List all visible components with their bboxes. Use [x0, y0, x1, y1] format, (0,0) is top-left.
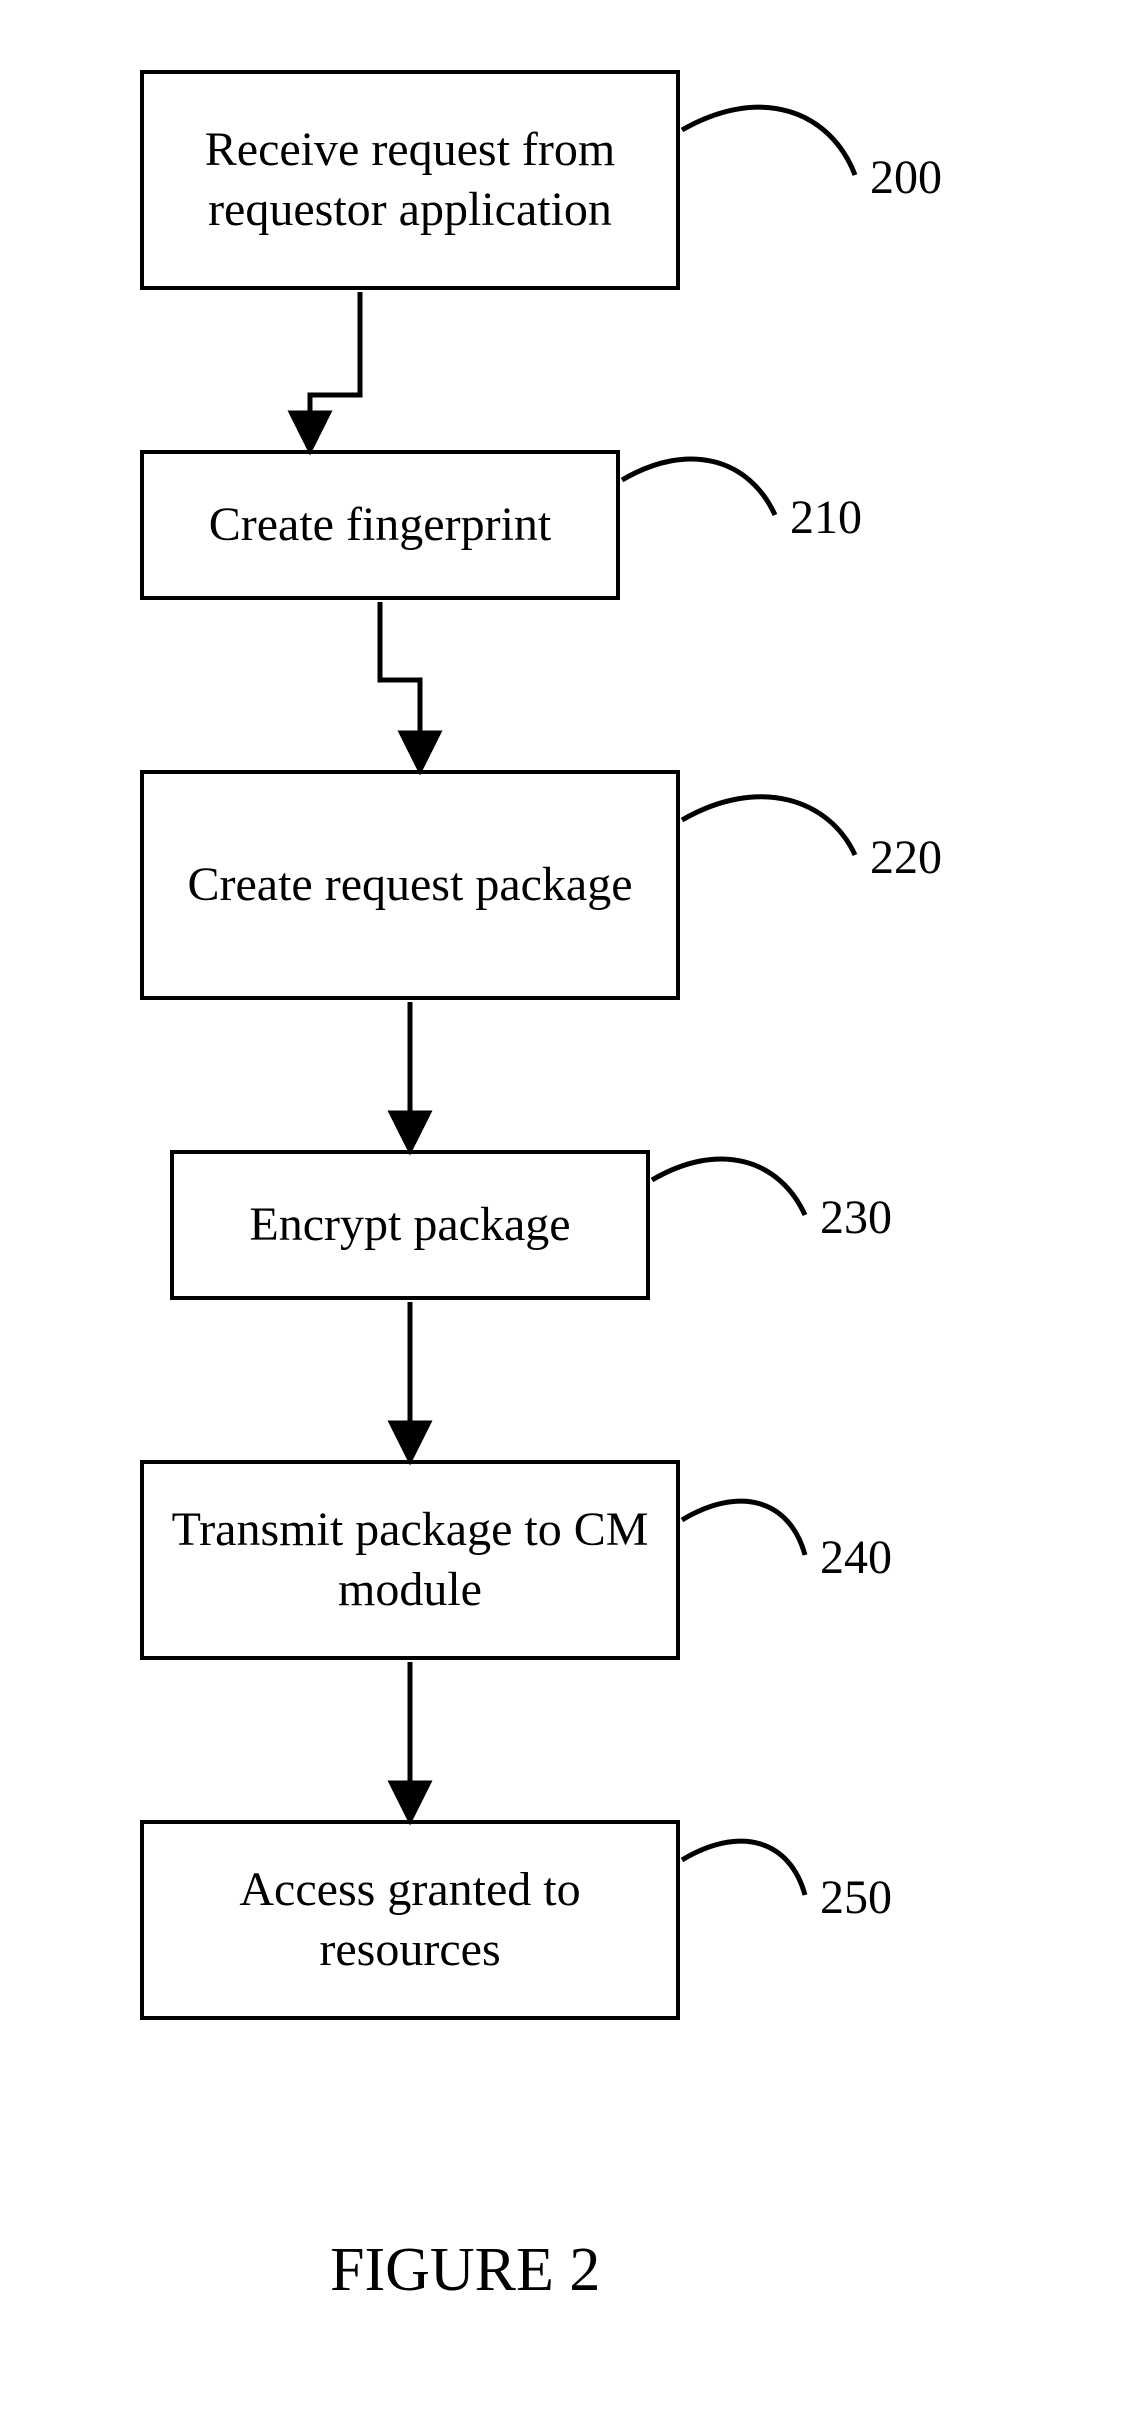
callout-arc-220	[682, 797, 855, 855]
step-ref-250: 250	[820, 1870, 892, 1925]
callout-arc-240	[682, 1501, 805, 1555]
callout-arc-250	[682, 1841, 805, 1895]
callout-arc-200	[682, 107, 855, 175]
step-text: Transmit package to CM module	[164, 1500, 656, 1620]
step-ref-210: 210	[790, 490, 862, 545]
arrow-210-to-220	[380, 602, 420, 768]
step-ref-220: 220	[870, 830, 942, 885]
step-text: Access granted to resources	[164, 1860, 656, 1980]
step-text: Encrypt package	[249, 1195, 570, 1255]
step-text: Create request package	[187, 855, 632, 915]
arrow-200-to-210	[310, 292, 360, 448]
step-box-250: Access granted to resources	[140, 1820, 680, 2020]
step-ref-230: 230	[820, 1190, 892, 1245]
step-box-230: Encrypt package	[170, 1150, 650, 1300]
step-box-240: Transmit package to CM module	[140, 1460, 680, 1660]
step-box-200: Receive request from requestor applicati…	[140, 70, 680, 290]
step-box-220: Create request package	[140, 770, 680, 1000]
figure-caption: FIGURE 2	[330, 2235, 600, 2306]
step-text: Receive request from requestor applicati…	[164, 120, 656, 240]
step-text: Create fingerprint	[209, 495, 552, 555]
callout-arc-210	[622, 459, 775, 515]
callout-arc-230	[652, 1159, 805, 1215]
step-ref-240: 240	[820, 1530, 892, 1585]
step-ref-200: 200	[870, 150, 942, 205]
step-box-210: Create fingerprint	[140, 450, 620, 600]
flowchart-canvas: Receive request from requestor applicati…	[0, 0, 1133, 2420]
